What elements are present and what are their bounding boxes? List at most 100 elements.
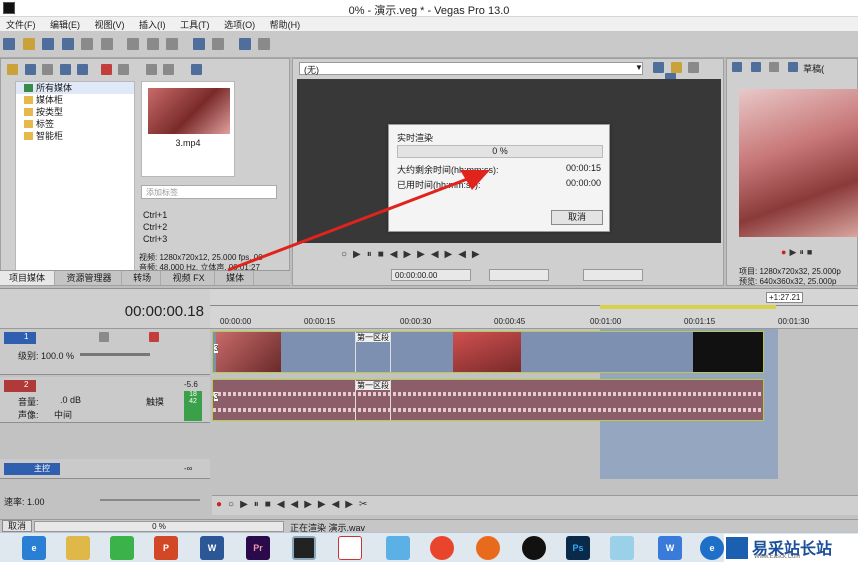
tree-item-bins[interactable]: 媒体柜: [16, 94, 134, 106]
video-track-motion-icon[interactable]: [99, 332, 109, 342]
media-properties-icon[interactable]: [118, 64, 130, 75]
video-track-level: 级别: 100.0 %: [18, 351, 75, 361]
stop-preview-icon[interactable]: [163, 64, 175, 75]
menu-options[interactable]: 选项(O): [218, 17, 261, 31]
video-frame-2: [453, 332, 521, 372]
audio-track-db: -5.6: [184, 380, 198, 389]
firefox-icon[interactable]: [476, 536, 500, 560]
menu-insert[interactable]: 插入(I): [133, 17, 172, 31]
qq-icon[interactable]: [522, 536, 546, 560]
save-icon[interactable]: [42, 38, 55, 50]
timeline-transport[interactable]: ●○▶⏸■◀◀▶▶◀▶✂: [212, 495, 858, 515]
wechat-icon[interactable]: [110, 536, 134, 560]
import-media-icon[interactable]: [7, 64, 18, 75]
main-toolbar: [0, 31, 858, 58]
preview-properties-icon[interactable]: [732, 62, 742, 72]
fx-icon[interactable]: [769, 62, 780, 72]
web-icon[interactable]: [59, 64, 71, 75]
powerpoint-icon[interactable]: P: [154, 536, 178, 560]
video-track-fx-icon[interactable]: [149, 332, 159, 342]
edge-icon[interactable]: e: [700, 536, 724, 560]
timeline-ruler[interactable]: 00:00:00 00:00:15 00:00:30 00:00:45 00:0…: [210, 289, 858, 329]
current-time-display: 00:00:00.18: [124, 303, 204, 320]
render-icon[interactable]: [81, 38, 94, 50]
tree-item-tags[interactable]: 标签: [16, 118, 134, 130]
premiere-icon[interactable]: Pr: [246, 536, 270, 560]
open-icon[interactable]: [22, 38, 35, 50]
redo-icon[interactable]: [212, 38, 225, 50]
qq-bird-icon[interactable]: [386, 536, 410, 560]
red-arrow-annotation: [227, 170, 490, 272]
wps-icon[interactable]: W: [658, 536, 682, 560]
status-cancel-button[interactable]: 取消: [2, 520, 32, 532]
rate-slider[interactable]: [100, 499, 200, 501]
preview-transport[interactable]: ●▶⏸■: [781, 247, 815, 258]
help-icon[interactable]: [258, 38, 271, 50]
brand-url: Www.Easck.Com: [754, 554, 801, 560]
audio-track-number: 2: [4, 380, 36, 392]
copy-icon[interactable]: [146, 38, 159, 50]
tab-transitions[interactable]: 转场: [124, 271, 162, 285]
loop-region-bar[interactable]: [600, 305, 776, 309]
trimmer-dropdown[interactable]: (无): [299, 62, 643, 75]
tab-video-fx[interactable]: 视频 FX: [164, 271, 215, 285]
menu-view[interactable]: 视图(V): [89, 17, 131, 31]
cut-icon[interactable]: [127, 38, 140, 50]
menu-tools[interactable]: 工具(T): [174, 17, 216, 31]
audio-meter: 18 42: [184, 391, 202, 421]
edit-tool-icon[interactable]: [238, 38, 251, 50]
dialog-cancel-button[interactable]: 取消: [551, 210, 603, 225]
get-media-icon[interactable]: [42, 64, 54, 75]
notes-icon[interactable]: [610, 536, 634, 560]
preview-toolbar: 草稿(: [729, 62, 824, 75]
trimmer-icon-1[interactable]: [653, 62, 664, 73]
chevron-down-icon[interactable]: ▼: [635, 63, 643, 72]
split-screen-icon[interactable]: [787, 62, 798, 72]
trimmer-icon-2[interactable]: [670, 62, 682, 73]
capture-icon[interactable]: [24, 64, 36, 75]
volume-label: 音量:: [18, 397, 39, 407]
video-preview-panel: 草稿( ●▶⏸■ 项目: 1280x720x32, 25.000p 预览: 64…: [726, 58, 858, 286]
word-icon[interactable]: W: [200, 536, 224, 560]
search-icon[interactable]: [77, 64, 89, 75]
menu-edit[interactable]: 编辑(E): [44, 17, 86, 31]
trimmer-out-field: [583, 269, 643, 281]
tree-item-all-media[interactable]: 所有媒体: [16, 82, 134, 94]
menu-file[interactable]: 文件(F): [0, 17, 42, 31]
new-project-icon[interactable]: [3, 38, 15, 50]
undo-icon[interactable]: [192, 38, 205, 50]
brand-logo-icon: [726, 537, 748, 559]
paste-icon[interactable]: [166, 38, 179, 50]
remove-icon[interactable]: [100, 64, 112, 75]
menu-help[interactable]: 帮助(H): [264, 17, 307, 31]
render-progress-text: 0 %: [492, 146, 508, 156]
tree-item-smart-bins[interactable]: 智能柜: [16, 130, 134, 142]
pan-label: 声像:: [18, 410, 39, 420]
explorer-icon[interactable]: [66, 536, 90, 560]
save-as-icon[interactable]: [61, 38, 74, 50]
brand-watermark: 易采站长站 Www.Easck.Com: [724, 534, 858, 562]
tag-shortcuts: Ctrl+1 Ctrl+2 Ctrl+3: [143, 210, 168, 244]
ie-icon[interactable]: e: [22, 536, 46, 560]
timeline-panel: 00:00:00.18 00:00:00 00:00:15 00:00:30 0…: [0, 288, 858, 519]
photoshop-icon[interactable]: Ps: [566, 536, 590, 560]
video-level-slider[interactable]: [80, 353, 150, 356]
wps-pdf-icon[interactable]: [338, 536, 362, 560]
remaining-time-value: 00:00:15: [565, 163, 601, 173]
views-icon[interactable]: [190, 64, 202, 75]
vegas-icon[interactable]: [292, 536, 316, 560]
media-toolbar: [5, 63, 285, 77]
trimmer-icon-3[interactable]: [688, 62, 700, 73]
preview-quality[interactable]: 草稿(: [803, 64, 824, 74]
play-preview-icon[interactable]: [145, 64, 157, 75]
external-monitor-icon[interactable]: [750, 62, 761, 72]
automation-mode[interactable]: 触摸: [146, 395, 164, 408]
audio-clip[interactable]: 第一区段 3: [212, 379, 764, 421]
tab-explorer[interactable]: 资源管理器: [58, 271, 122, 285]
tab-project-media[interactable]: 项目媒体: [0, 271, 56, 285]
tree-item-by-type[interactable]: 按类型: [16, 106, 134, 118]
properties-icon[interactable]: [100, 38, 113, 50]
video-clip[interactable]: 第一区段 3: [212, 331, 764, 373]
video-section: 第一区段: [355, 332, 391, 372]
chrome-icon[interactable]: [430, 536, 454, 560]
